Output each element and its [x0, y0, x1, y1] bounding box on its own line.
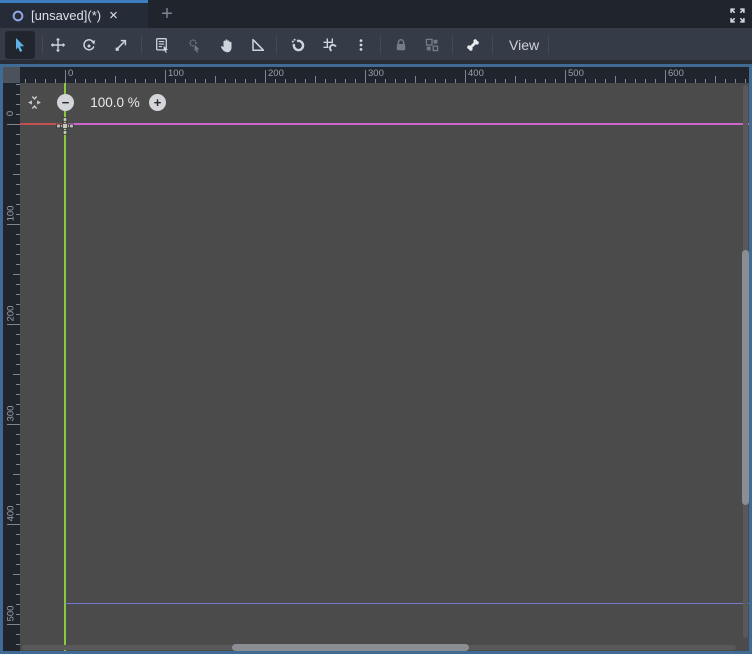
- three-dots-icon: [359, 39, 363, 51]
- y-axis-line: [64, 83, 66, 651]
- ruler-label: 300: [5, 405, 17, 421]
- toolbar-separator: [42, 35, 43, 54]
- ruler-tick: [565, 70, 566, 83]
- view-menu-button[interactable]: View: [503, 32, 545, 58]
- ruler-label: 300: [368, 68, 384, 79]
- ruler-tick: [165, 70, 166, 83]
- toolbar-separator: [141, 35, 142, 54]
- snap-options-button[interactable]: [348, 32, 374, 58]
- click-select-button[interactable]: [182, 32, 208, 58]
- ruler-label: 600: [668, 68, 684, 79]
- ruler-tick: [7, 224, 20, 225]
- grid-snap-icon: [323, 38, 337, 52]
- ruler-tick: [315, 76, 316, 83]
- canvas-workspace[interactable]: − 100.0 % +: [20, 83, 749, 651]
- ruler-label: 0: [5, 110, 17, 116]
- vertical-scrollbar-thumb[interactable]: [742, 250, 749, 505]
- ruler-tick: [7, 624, 20, 625]
- expand-viewport-button[interactable]: [727, 5, 747, 25]
- group-button[interactable]: [419, 32, 445, 58]
- vertical-ruler[interactable]: 0 100 200 300 400 500: [3, 83, 20, 651]
- select-tool-button[interactable]: [5, 31, 35, 59]
- ruler-tick: [7, 124, 20, 125]
- ruler-tool-button[interactable]: [245, 32, 271, 58]
- ruler-corner: [3, 67, 20, 83]
- toolbar-separator: [548, 35, 549, 54]
- toolbar-separator: [276, 35, 277, 54]
- pan-hand-icon: [221, 39, 232, 53]
- ruler-tick: [215, 76, 216, 83]
- ruler-tick: [615, 76, 616, 83]
- smart-snap-button[interactable]: [285, 32, 311, 58]
- ruler-label: 200: [268, 68, 284, 79]
- center-view-icon: [28, 96, 41, 109]
- tab-title: [unsaved](*): [31, 8, 102, 23]
- ruler-tick: [465, 70, 466, 83]
- fullscreen-icon: [729, 7, 745, 23]
- ruler-label: 200: [5, 305, 17, 321]
- scene-icon: [11, 9, 25, 23]
- rotate-icon: [83, 39, 96, 51]
- ruler-label: 500: [5, 605, 17, 621]
- canvas-viewport: 0 100 200 300 400 500 600 0 100 200 300 400 500: [0, 64, 752, 654]
- zoom-reset-button[interactable]: 100.0 %: [84, 95, 146, 110]
- new-tab-button[interactable]: +: [150, 0, 184, 28]
- origin-crosshair-gizmo: [56, 117, 74, 135]
- horizontal-ruler[interactable]: 0 100 200 300 400 500 600: [20, 67, 749, 83]
- group-icon: [425, 38, 439, 52]
- lock-button[interactable]: [388, 32, 414, 58]
- horizontal-scrollbar-thumb[interactable]: [232, 644, 469, 651]
- move-tool-button[interactable]: [45, 32, 71, 58]
- ruler-tick: [65, 70, 66, 83]
- ruler-tick: [515, 76, 516, 83]
- toolbar-separator: [452, 35, 453, 54]
- ruler-label: 100: [5, 205, 17, 221]
- horizontal-guide-line: [65, 603, 749, 604]
- ruler-tick: [13, 574, 20, 575]
- ruler-tick: [13, 474, 20, 475]
- ruler-label: 0: [68, 68, 74, 79]
- position-select-icon: [189, 39, 200, 53]
- scene-tab-bar: [unsaved](*) × +: [0, 0, 752, 28]
- skeleton-options-button[interactable]: [460, 32, 486, 58]
- zoom-out-button[interactable]: −: [57, 94, 74, 111]
- grid-snap-button[interactable]: [317, 32, 343, 58]
- list-select-icon: [156, 38, 169, 53]
- zoom-in-button[interactable]: +: [149, 94, 166, 111]
- center-view-button[interactable]: [27, 95, 42, 110]
- ruler-tick: [365, 70, 366, 83]
- tab-unsaved-scene[interactable]: [unsaved](*) ×: [0, 0, 148, 28]
- viewport-rect-top-border: [65, 123, 749, 125]
- move-icon: [50, 37, 66, 53]
- scale-icon: [115, 39, 127, 51]
- ruler-label: 400: [5, 505, 17, 521]
- ruler-tick: [715, 76, 716, 83]
- ruler-tick: [13, 174, 20, 175]
- ruler-tick: [7, 324, 20, 325]
- ruler-tick: [265, 70, 266, 83]
- canvas-toolbar: View: [0, 28, 752, 64]
- ruler-tick: [415, 76, 416, 83]
- ruler-triangle-icon: [252, 38, 265, 51]
- list-select-button[interactable]: [150, 32, 176, 58]
- magnet-icon: [291, 38, 305, 52]
- ruler-tick: [7, 524, 20, 525]
- select-arrow-icon: [16, 38, 25, 52]
- rotate-tool-button[interactable]: [76, 32, 102, 58]
- ruler-tick: [7, 424, 20, 425]
- ruler-tick: [665, 70, 666, 83]
- lock-icon: [396, 39, 406, 51]
- toolbar-separator: [492, 35, 493, 54]
- ruler-label: 400: [468, 68, 484, 79]
- bone-icon: [467, 39, 479, 51]
- toolbar-separator: [380, 35, 381, 54]
- scale-tool-button[interactable]: [108, 32, 134, 58]
- ruler-tick: [13, 274, 20, 275]
- tab-close-icon[interactable]: ×: [109, 8, 118, 23]
- pan-tool-button[interactable]: [214, 32, 240, 58]
- ruler-tick: [13, 374, 20, 375]
- ruler-tick: [115, 76, 116, 83]
- ruler-label: 500: [568, 68, 584, 79]
- ruler-label: 100: [168, 68, 184, 79]
